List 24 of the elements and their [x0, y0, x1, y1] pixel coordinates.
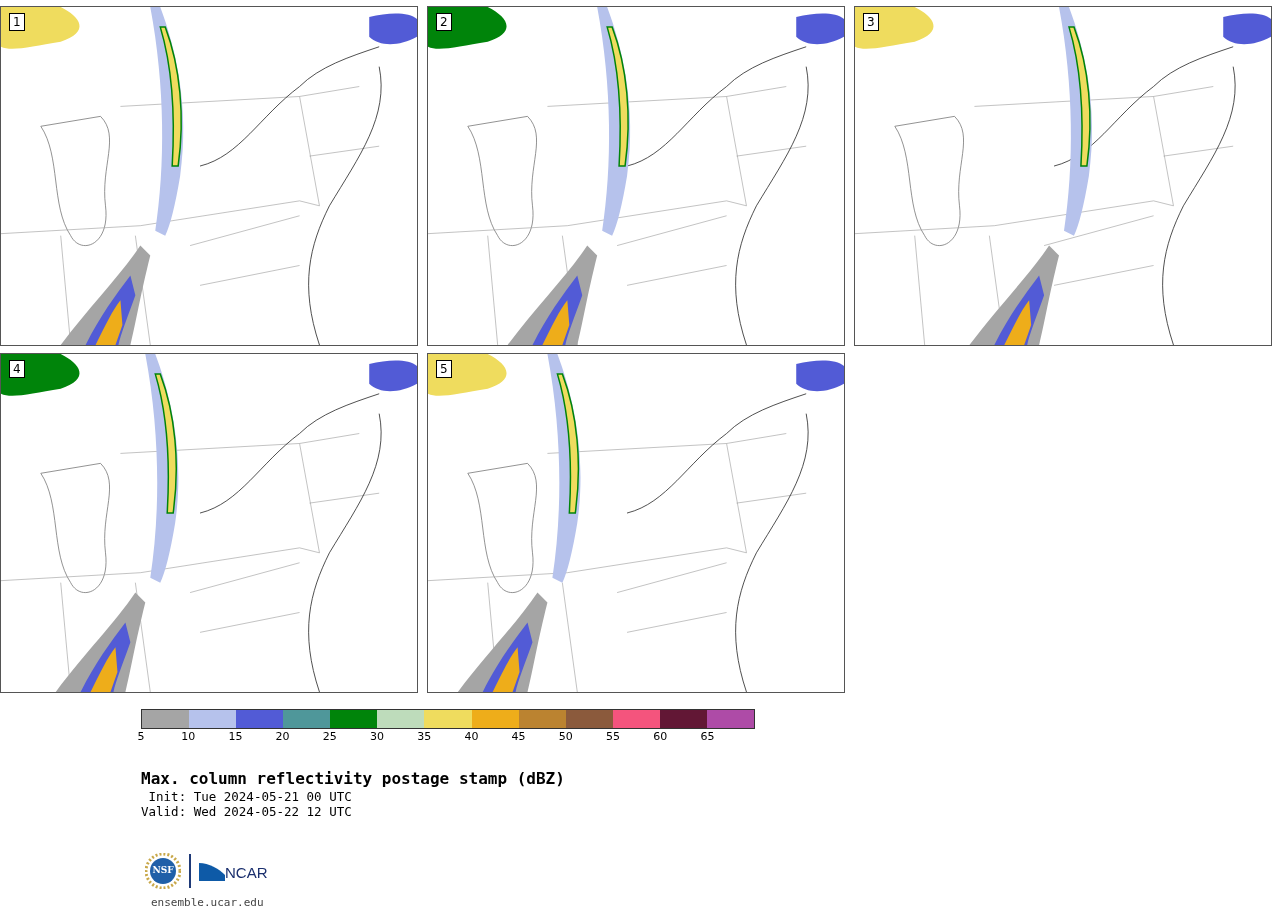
chart-title: Max. column reflectivity postage stamp (dBZ) [141, 769, 566, 789]
panel-number: 1 [9, 13, 25, 31]
tick-label: 20 [275, 731, 290, 743]
tick-label: 25 [322, 731, 337, 743]
tick-label: 40 [464, 731, 479, 743]
tick-label: 65 [700, 731, 715, 743]
tick-label: 5 [137, 731, 145, 743]
valid-time: Valid: Wed 2024-05-22 12 UTC [141, 804, 353, 819]
panel-number: 5 [436, 360, 452, 378]
tick-label: 15 [228, 731, 243, 743]
panel-number: 2 [436, 13, 452, 31]
nsf-logo: NSF [145, 853, 181, 889]
tick-label: 35 [417, 731, 432, 743]
tick-label: 50 [558, 731, 573, 743]
panel-number: 3 [863, 13, 879, 31]
tick-label: 45 [511, 731, 526, 743]
tick-label: 10 [181, 731, 196, 743]
init-time: Init: Tue 2024-05-21 00 UTC [147, 789, 353, 804]
tick-label: 30 [370, 731, 384, 743]
tick-label: 55 [606, 731, 620, 743]
panel-number: 4 [9, 360, 25, 378]
tick-label: 60 [653, 731, 668, 743]
ncar-logo: NCAR [199, 861, 268, 881]
website-url: ensemble.ucar.edu [151, 895, 265, 910]
